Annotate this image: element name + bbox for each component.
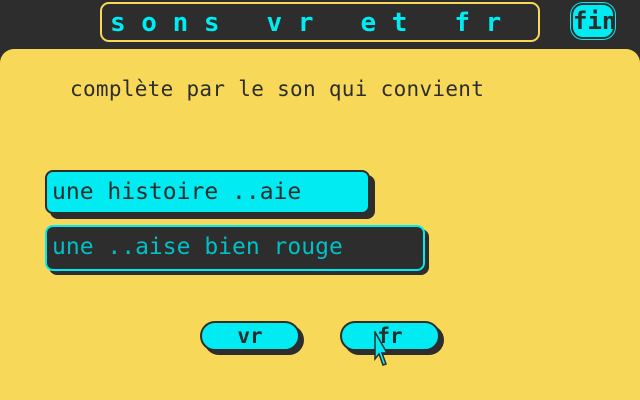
sentence-item-1: une histoire ..aie [45,170,370,214]
game-title: s o n s v r e t f r [110,8,502,38]
exit-button[interactable]: fin [571,3,616,39]
title-bar: s o n s v r e t f r [100,2,540,42]
exercise-panel: complète par le son qui convient une his… [0,49,640,400]
arrow-pointer-icon [374,331,388,366]
instruction-text: complète par le son qui convient [70,77,485,101]
sentence-item-2: une ..aise bien rouge [45,225,425,271]
choice-vr-button[interactable]: vr [200,321,300,351]
choice-fr-button[interactable]: fr [340,321,440,351]
game-screen: s o n s v r e t f r fin complète par le … [0,0,640,400]
